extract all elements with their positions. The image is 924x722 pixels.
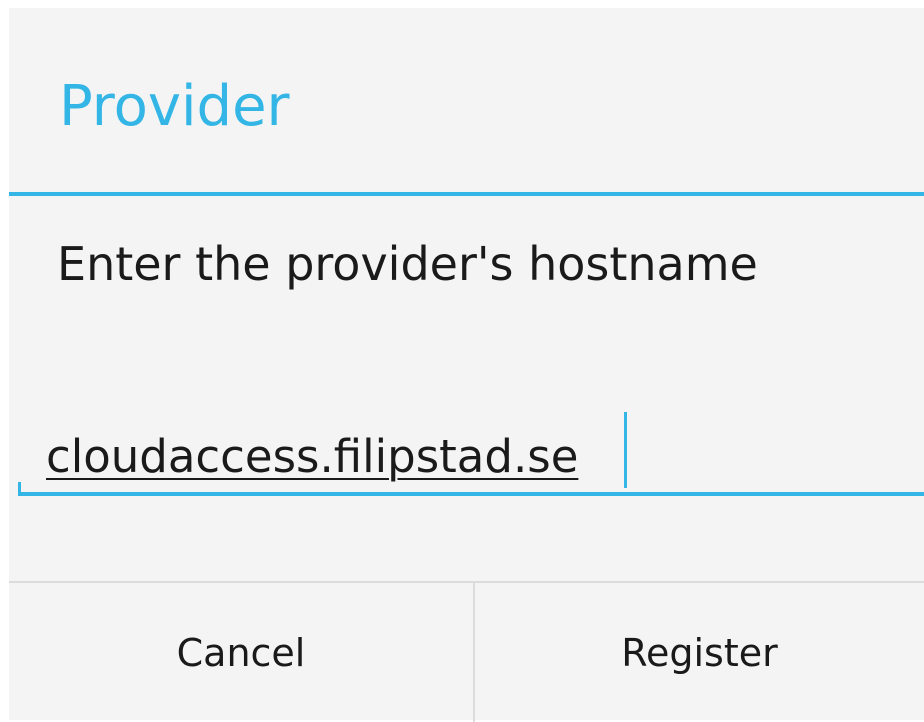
text-caret xyxy=(624,412,627,488)
hostname-input[interactable]: cloudaccess.filipstad.se xyxy=(18,412,924,498)
input-underline xyxy=(18,492,924,496)
cancel-button[interactable]: Cancel xyxy=(9,583,473,722)
dialog-title: Provider xyxy=(59,74,290,139)
register-button[interactable]: Register xyxy=(475,583,924,722)
dialog-message: Enter the provider's hostname xyxy=(57,237,758,291)
hostname-input-value[interactable]: cloudaccess.filipstad.se xyxy=(46,428,578,486)
title-divider xyxy=(9,192,924,196)
provider-dialog: Provider Enter the provider's hostname c… xyxy=(9,8,924,722)
dialog-button-bar: Cancel Register xyxy=(9,581,924,722)
